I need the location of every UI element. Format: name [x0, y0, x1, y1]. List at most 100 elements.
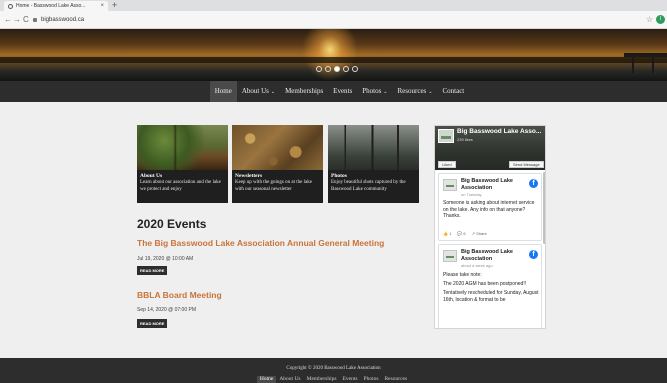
events-heading: 2020 Events	[137, 217, 207, 231]
close-tab-icon[interactable]: ×	[100, 3, 104, 9]
event-date: Jul 19, 2020 @ 10:00 AM	[137, 256, 194, 262]
chevron-down-icon: ⌄	[270, 90, 276, 95]
nav-item-memberships[interactable]: Memberships	[280, 81, 328, 102]
post-author[interactable]: Big Basswood Lake Association	[461, 249, 523, 262]
card-image-about	[137, 125, 228, 170]
event-title-link[interactable]: BBLA Board Meeting	[137, 290, 222, 300]
tab-title: Home - Basswood Lake Asso...	[16, 3, 86, 9]
facebook-likes-count: 239 likes	[457, 137, 473, 142]
post-author-avatar	[443, 179, 457, 191]
event-title-link[interactable]: The Big Basswood Lake Association Annual…	[137, 238, 384, 248]
profile-avatar[interactable]: I	[656, 15, 665, 24]
post-time: on Tuesday	[461, 192, 482, 197]
post-actions: 👍 1 💬 6 ↗ Share	[443, 231, 487, 236]
share-label: Share	[476, 231, 487, 236]
address-bar: ← → C bigbasswood.ca ☆ I	[0, 11, 667, 29]
dock-post	[652, 57, 654, 73]
post-author[interactable]: Big Basswood Lake Association	[461, 178, 523, 191]
main-navigation: Home About Us ⌄ Memberships Events Photos ⌄ Res…	[0, 81, 667, 102]
event-date: Sep 14, 2020 @ 07:00 PM	[137, 307, 197, 313]
facebook-like-button[interactable]: Liked	[438, 161, 456, 168]
slider-dot[interactable]	[343, 66, 349, 72]
nav-item-home[interactable]: Home	[209, 81, 237, 102]
card-image-newsletters	[232, 125, 323, 170]
post-text-line: Tentatively rescheduled for Sunday, Augu…	[443, 290, 539, 303]
nav-item-label: Contact	[442, 87, 465, 95]
post-text-line: The 2020 AGM has been postponed!!	[443, 281, 527, 287]
card-title: Newsletters	[235, 173, 263, 179]
comment-count[interactable]: 💬 6	[457, 231, 465, 236]
comment-count-value: 6	[463, 231, 466, 236]
forward-icon[interactable]: →	[13, 14, 21, 26]
slider-dot[interactable]	[334, 66, 340, 72]
dock-post	[632, 57, 634, 73]
card-description: Keep up with the goings on at the lake w…	[235, 180, 312, 192]
sunset-glow	[302, 29, 358, 81]
read-more-button[interactable]: READ MORE	[137, 266, 168, 275]
slider-dot[interactable]	[325, 66, 331, 72]
nav-item-about-us[interactable]: About Us ⌄	[237, 81, 280, 102]
nav-item-contact[interactable]: Contact	[437, 81, 469, 102]
card-title: About Us	[140, 173, 163, 179]
dock	[624, 53, 667, 57]
nav-item-label: Photos	[362, 87, 382, 95]
back-icon[interactable]: ←	[4, 14, 12, 26]
slider-dot[interactable]	[352, 66, 358, 72]
post-author-avatar	[443, 250, 457, 262]
footer-links: Home About Us Memberships Events Photos Resou…	[0, 376, 667, 383]
nav-item-label: Events	[333, 87, 353, 95]
nav-item-label: About Us	[241, 87, 269, 95]
nav-item-label: Memberships	[285, 87, 324, 95]
share-link[interactable]: ↗ Share	[472, 231, 487, 236]
slider-dot[interactable]	[316, 66, 322, 72]
post-text-line: Please take note:	[443, 272, 482, 278]
like-count-value: 1	[449, 231, 452, 236]
nav-item-events[interactable]: Events	[328, 81, 357, 102]
card-title: Photos	[331, 173, 347, 179]
browser-tab-bar: Home - Basswood Lake Asso... × +	[0, 0, 667, 11]
footer-link-events[interactable]: Events	[340, 376, 361, 383]
footer-link-photos[interactable]: Photos	[361, 376, 382, 383]
shoreline	[0, 57, 667, 63]
nav-items: Home About Us ⌄ Memberships Events Photos ⌄ Res…	[0, 81, 667, 102]
hero-slider	[0, 29, 667, 81]
facebook-scrollbar[interactable]	[543, 172, 545, 244]
url-field[interactable]: bigbasswood.ca	[41, 15, 84, 25]
site-footer: Copyright © 2020 Basswood Lake Associati…	[0, 358, 667, 383]
chevron-down-icon: ⌄	[428, 90, 433, 95]
facebook-icon: f	[529, 250, 538, 259]
footer-link-about-us[interactable]: About Us	[276, 376, 303, 383]
footer-link-resources[interactable]: Resources	[382, 376, 411, 383]
lock-icon	[33, 18, 37, 22]
send-message-button[interactable]: Send Message	[509, 161, 544, 168]
footer-link-home[interactable]: Home	[256, 376, 277, 383]
card-newsletters[interactable]: Newsletters Keep up with the goings on a…	[232, 125, 323, 203]
read-more-button[interactable]: READ MORE	[137, 319, 168, 328]
footer-link-memberships[interactable]: Memberships	[304, 376, 340, 383]
facebook-post: Big Basswood Lake Association about a we…	[438, 244, 542, 328]
like-count[interactable]: 👍 1	[443, 231, 451, 236]
card-image-photos	[328, 125, 419, 170]
facebook-widget: Big Basswood Lake Asso... 239 likes Like…	[434, 125, 546, 329]
nav-item-label: Home	[214, 87, 232, 95]
new-tab-button[interactable]: +	[112, 0, 117, 11]
page-logo	[438, 129, 454, 143]
facebook-cover: Big Basswood Lake Asso... 239 likes Like…	[435, 126, 545, 170]
facebook-post: Big Basswood Lake Association on Tuesday…	[438, 173, 542, 241]
post-time: about a week ago	[461, 263, 493, 268]
slider-dots	[316, 66, 358, 72]
reload-icon[interactable]: C	[23, 14, 29, 26]
browser-tab[interactable]: Home - Basswood Lake Asso... ×	[4, 1, 108, 11]
card-about-us[interactable]: About Us Learn about our association and…	[137, 125, 228, 203]
nav-item-photos[interactable]: Photos ⌄	[357, 81, 392, 102]
card-photos[interactable]: Photos Enjoy beautiful shots captured by…	[328, 125, 419, 203]
copyright-text: Copyright © 2020 Basswood Lake Associati…	[286, 366, 381, 371]
bookmark-star-icon[interactable]: ☆	[646, 14, 653, 26]
globe-icon	[8, 3, 13, 9]
card-description: Enjoy beautiful shots captured by the Ba…	[331, 180, 406, 192]
facebook-page-name[interactable]: Big Basswood Lake Asso...	[457, 128, 543, 135]
chevron-down-icon: ⌄	[383, 90, 388, 95]
nav-item-resources[interactable]: Resources ⌄	[393, 81, 438, 102]
nav-item-label: Resources	[397, 87, 427, 95]
post-text: Someone is asking about internet service…	[443, 200, 535, 219]
